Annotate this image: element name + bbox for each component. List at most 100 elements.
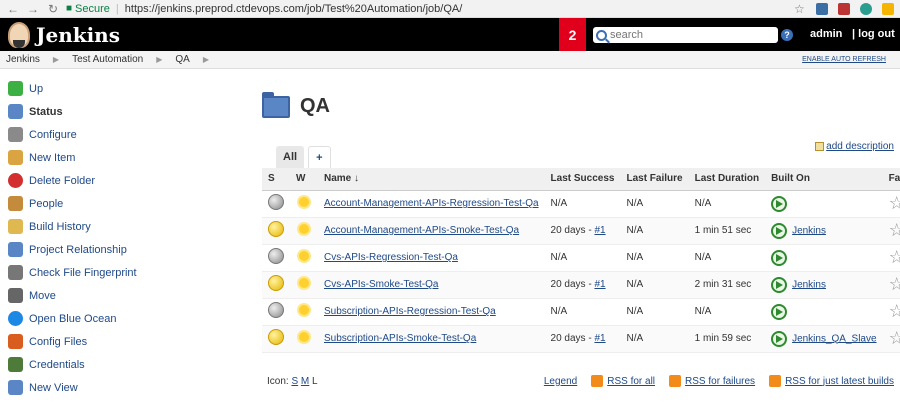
column-last-success[interactable]: Last Success <box>544 168 621 191</box>
fingerprint-icon <box>8 265 23 280</box>
sidebar-item-open-blue-ocean[interactable]: Open Blue Ocean <box>0 307 230 330</box>
column-name[interactable]: Name ↓ <box>318 168 545 191</box>
icon-size-small[interactable]: S <box>291 376 298 387</box>
sidebar-item-status[interactable]: Status <box>0 100 230 123</box>
sidebar-item-label: Project Relationship <box>29 243 127 256</box>
job-link[interactable]: Cvs-APIs-Regression-Test-Qa <box>324 252 458 263</box>
view-tabs: All + <box>262 146 894 168</box>
sidebar-item-config-files[interactable]: Config Files <box>0 330 230 353</box>
extension-1-icon[interactable] <box>816 2 828 15</box>
node-console-icon[interactable] <box>771 276 788 293</box>
favorite-star-icon[interactable]: ☆ <box>889 193 900 213</box>
sidebar-item-check-file-fingerprint[interactable]: Check File Fingerprint <box>0 261 230 284</box>
legend-link[interactable]: Legend <box>544 376 577 387</box>
forward-icon[interactable]: → <box>26 2 40 16</box>
extension-2-icon[interactable] <box>838 2 850 15</box>
weather-sunny-icon <box>296 275 312 291</box>
job-link[interactable]: Subscription-APIs-Smoke-Test-Qa <box>324 333 476 344</box>
notification-badge[interactable]: 2 <box>559 18 586 51</box>
column-last-duration[interactable]: Last Duration <box>688 168 766 191</box>
package-icon <box>8 150 23 165</box>
sidebar-item-credentials[interactable]: Credentials <box>0 353 230 376</box>
people-icon <box>8 196 23 211</box>
jenkins-logo[interactable]: Jenkins <box>0 21 120 48</box>
enable-auto-refresh-link[interactable]: ENABLE AUTO REFRESH <box>802 56 886 63</box>
build-status-ball-icon[interactable] <box>268 302 284 318</box>
build-number-link[interactable]: #1 <box>594 333 605 344</box>
help-icon[interactable]: ? <box>781 29 793 41</box>
sidebar-item-delete-folder[interactable]: Delete Folder <box>0 169 230 192</box>
build-status-ball-icon[interactable] <box>268 329 284 345</box>
sidebar-item-label: Credentials <box>29 358 85 371</box>
sidebar-item-up[interactable]: Up <box>0 77 230 100</box>
column-last-failure[interactable]: Last Failure <box>620 168 689 191</box>
favorite-star-icon[interactable]: ☆ <box>889 328 900 348</box>
add-description-link[interactable]: add description <box>815 141 894 152</box>
user-link[interactable]: admin <box>810 28 842 40</box>
bookmark-star-icon[interactable]: ☆ <box>794 3 806 15</box>
built-on-link[interactable]: Jenkins <box>792 225 826 236</box>
breadcrumb-test-automation[interactable]: Test Automation <box>72 54 143 65</box>
search-input[interactable] <box>610 29 770 41</box>
weather-sunny-icon <box>296 221 312 237</box>
breadcrumb-arrow-icon[interactable]: ▶ <box>203 55 209 64</box>
sidebar-item-project-relationship[interactable]: Project Relationship <box>0 238 230 261</box>
sidebar-item-people[interactable]: People <box>0 192 230 215</box>
column-fav[interactable]: Fav <box>882 168 900 191</box>
rss-icon <box>669 375 682 387</box>
favorite-star-icon[interactable]: ☆ <box>889 301 900 321</box>
extension-3-icon[interactable] <box>860 2 872 15</box>
build-number-link[interactable]: #1 <box>594 279 605 290</box>
column-weather[interactable]: W <box>290 168 318 191</box>
tab-new-view[interactable]: + <box>308 146 331 168</box>
built-on-link[interactable]: Jenkins <box>792 279 826 290</box>
sidebar-item-new-view[interactable]: New View <box>0 376 230 399</box>
job-link[interactable]: Subscription-APIs-Regression-Test-Qa <box>324 306 496 317</box>
node-console-icon[interactable] <box>771 303 788 320</box>
sidebar-item-new-item[interactable]: New Item <box>0 146 230 169</box>
breadcrumb-qa[interactable]: QA <box>175 54 189 65</box>
job-link[interactable]: Account-Management-APIs-Smoke-Test-Qa <box>324 225 519 236</box>
favorite-star-icon[interactable]: ☆ <box>889 274 900 294</box>
favorite-star-icon[interactable]: ☆ <box>889 220 900 240</box>
built-on-link[interactable]: Jenkins_QA_Slave <box>792 333 877 344</box>
breadcrumb-jenkins[interactable]: Jenkins <box>6 54 40 65</box>
weather-sunny-icon <box>296 302 312 318</box>
rss-latest-link[interactable]: RSS for just latest builds <box>769 375 894 387</box>
breadcrumb-arrow-icon[interactable]: ▶ <box>156 55 162 64</box>
favorite-star-icon[interactable]: ☆ <box>889 247 900 267</box>
node-console-icon[interactable] <box>771 330 788 347</box>
icon-size-medium[interactable]: M <box>301 376 309 387</box>
tab-all[interactable]: All <box>276 146 305 168</box>
node-console-icon[interactable] <box>771 249 788 266</box>
name-cell: Account-Management-APIs-Regression-Test-… <box>318 190 545 218</box>
built-on-cell: Jenkins <box>765 271 883 299</box>
build-status-ball-icon[interactable] <box>268 194 284 210</box>
logout-link[interactable]: | log out <box>852 28 895 40</box>
status-cell <box>262 217 290 245</box>
node-console-icon[interactable] <box>771 222 788 239</box>
build-status-ball-icon[interactable] <box>268 248 284 264</box>
sidebar-item-move[interactable]: Move <box>0 284 230 307</box>
column-status[interactable]: S <box>262 168 290 191</box>
build-status-ball-icon[interactable] <box>268 275 284 291</box>
job-link[interactable]: Account-Management-APIs-Regression-Test-… <box>324 198 539 209</box>
weather-cell <box>290 190 318 218</box>
build-status-ball-icon[interactable] <box>268 221 284 237</box>
rss-all-link[interactable]: RSS for all <box>591 375 655 387</box>
node-console-icon[interactable] <box>771 195 788 212</box>
sidebar-item-configure[interactable]: Configure <box>0 123 230 146</box>
job-link[interactable]: Cvs-APIs-Smoke-Test-Qa <box>324 279 438 290</box>
sidebar-item-build-history[interactable]: Build History <box>0 215 230 238</box>
page-title: QA <box>300 95 330 117</box>
sidebar-item-label: Configure <box>29 128 77 141</box>
extension-4-icon[interactable] <box>882 2 894 15</box>
build-number-link[interactable]: #1 <box>594 225 605 236</box>
fav-cell: ☆ <box>882 271 900 299</box>
rss-failures-link[interactable]: RSS for failures <box>669 375 755 387</box>
column-built-on[interactable]: Built On <box>765 168 883 191</box>
breadcrumb-arrow-icon[interactable]: ▶ <box>53 55 59 64</box>
address-bar[interactable]: ■ Secure | https://jenkins.preprod.ctdev… <box>66 2 788 16</box>
back-icon[interactable]: ← <box>6 2 20 16</box>
reload-icon[interactable]: ↻ <box>46 2 60 16</box>
